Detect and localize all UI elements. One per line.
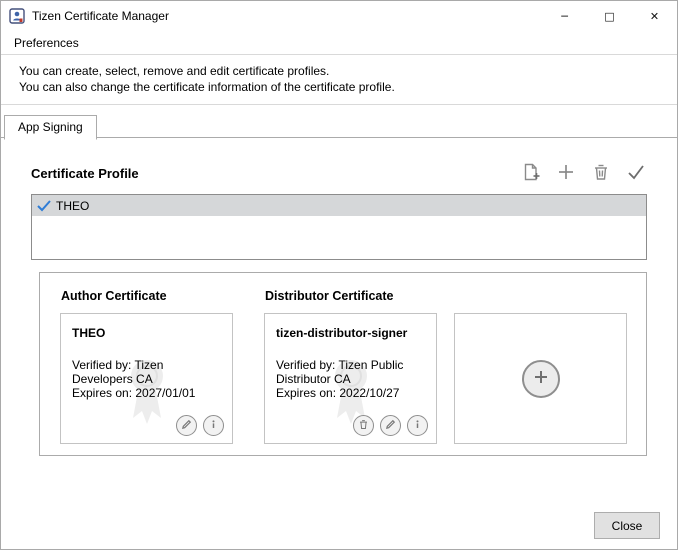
- add-profile-button[interactable]: [555, 162, 577, 184]
- profile-list-item[interactable]: THEO: [32, 195, 646, 216]
- author-certificate-card: THEO Verified by: Tizen Developers CA Ex…: [60, 313, 233, 444]
- app-signing-panel: Certificate Profile: [1, 162, 677, 456]
- profile-list[interactable]: THEO: [31, 194, 647, 260]
- add-certificate-card: [454, 313, 627, 444]
- pencil-icon: [181, 418, 192, 433]
- check-icon: [626, 162, 646, 185]
- profile-name: THEO: [56, 199, 89, 213]
- trash-icon: [591, 162, 611, 185]
- app-icon: [9, 8, 25, 24]
- distributor-cert-verified-by: Verified by: Tizen Public Distributor CA: [276, 358, 416, 386]
- title-bar: Tizen Certificate Manager ─ □ ✕: [1, 1, 677, 31]
- certificates-panel: Author Certificate Distributor Certifica…: [39, 272, 647, 456]
- menu-preferences[interactable]: Preferences: [10, 31, 83, 55]
- tab-strip: App Signing: [1, 114, 677, 138]
- minimize-button[interactable]: ─: [542, 1, 587, 31]
- set-active-profile-button[interactable]: [625, 162, 647, 184]
- info-author-cert-button[interactable]: [203, 415, 224, 436]
- distributor-cert-name: tizen-distributor-signer: [276, 326, 425, 340]
- description-text: You can create, select, remove and edit …: [1, 55, 677, 105]
- info-distributor-cert-button[interactable]: [407, 415, 428, 436]
- plus-icon: [533, 369, 549, 388]
- distributor-certificate-heading: Distributor Certificate: [265, 289, 394, 303]
- certificate-profile-title: Certificate Profile: [31, 166, 139, 181]
- info-icon: [208, 418, 219, 433]
- edit-distributor-cert-button[interactable]: [380, 415, 401, 436]
- window-title: Tizen Certificate Manager: [32, 9, 169, 23]
- window-controls: ─ □ ✕: [542, 1, 677, 31]
- author-certificate-heading: Author Certificate: [61, 289, 167, 303]
- plus-icon: [556, 162, 576, 185]
- active-check-icon: [36, 199, 52, 213]
- menu-bar: Preferences: [1, 31, 677, 55]
- edit-author-cert-button[interactable]: [176, 415, 197, 436]
- tizen-certificate-manager-window: Tizen Certificate Manager ─ □ ✕ Preferen…: [0, 0, 678, 550]
- trash-icon: [358, 418, 369, 433]
- info-icon: [412, 418, 423, 433]
- author-cert-name: THEO: [72, 326, 221, 340]
- close-button[interactable]: Close: [594, 512, 660, 539]
- author-cert-expires: Expires on: 2027/01/01: [72, 386, 221, 400]
- description-line-2: You can also change the certificate info…: [19, 79, 667, 95]
- profile-header: Certificate Profile: [31, 162, 647, 184]
- new-profile-button[interactable]: [520, 162, 542, 184]
- description-line-1: You can create, select, remove and edit …: [19, 63, 667, 79]
- new-profile-icon: [521, 162, 541, 185]
- close-window-button[interactable]: ✕: [632, 1, 677, 31]
- pencil-icon: [385, 418, 396, 433]
- author-cert-verified-by: Verified by: Tizen Developers CA: [72, 358, 212, 386]
- distributor-certificate-card: tizen-distributor-signer Verified by: Ti…: [264, 313, 437, 444]
- add-certificate-button[interactable]: [522, 360, 560, 398]
- tab-app-signing[interactable]: App Signing: [4, 115, 97, 140]
- remove-distributor-cert-button[interactable]: [353, 415, 374, 436]
- maximize-button[interactable]: □: [587, 1, 632, 31]
- remove-profile-button[interactable]: [590, 162, 612, 184]
- distributor-cert-expires: Expires on: 2022/10/27: [276, 386, 425, 400]
- author-card-actions: [176, 415, 224, 436]
- distributor-card-actions: [353, 415, 428, 436]
- profile-toolbar: [520, 162, 647, 184]
